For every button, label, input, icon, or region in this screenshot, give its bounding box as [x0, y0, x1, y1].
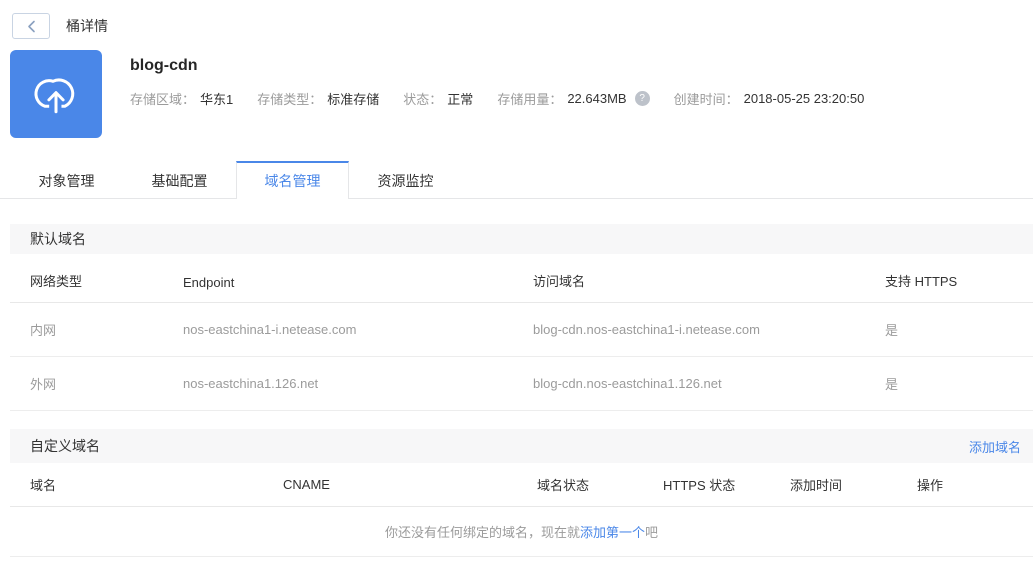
meta-created: 创建时间： 2018-05-25 23:20:50: [674, 89, 865, 108]
empty-state-text: 你还没有任何绑定的域名，现在就: [384, 525, 580, 540]
meta-storage-type-label: 存储类型：: [257, 92, 323, 107]
bucket-header: blog-cdn 存储区域： 华东1 存储类型： 标准存储 状态： 正常 存储用…: [10, 50, 1033, 138]
add-domain-link[interactable]: 添加域名: [969, 437, 1021, 456]
meta-region-label: 存储区域：: [130, 92, 196, 107]
default-domain-section-header: 默认域名: [10, 224, 1033, 254]
bucket-info: blog-cdn 存储区域： 华东1 存储类型： 标准存储 状态： 正常 存储用…: [130, 50, 888, 138]
bucket-avatar: [10, 50, 102, 138]
cell-endpoint: nos-eastchina1-i.netease.com: [183, 322, 357, 337]
meta-usage: 存储用量： 22.643MB ?: [497, 89, 650, 108]
custom-domain-section-title: 自定义域名: [30, 438, 100, 454]
meta-status-value: 正常: [447, 92, 474, 107]
meta-usage-label: 存储用量：: [497, 92, 563, 107]
default-domain-section-title: 默认域名: [30, 231, 86, 247]
col-https-support: 支持 HTTPS: [885, 274, 958, 289]
meta-storage-type-value: 标准存储: [327, 92, 380, 107]
col-domain: 域名: [30, 478, 57, 493]
cell-https-support: 是: [885, 323, 899, 338]
meta-status: 状态： 正常: [403, 89, 473, 108]
back-button[interactable]: [12, 13, 50, 39]
tab-basic-config[interactable]: 基础配置: [123, 164, 236, 198]
col-endpoint: Endpoint: [183, 275, 235, 290]
cell-https-support: 是: [885, 377, 899, 392]
custom-domain-table: 域名 CNAME 域名状态 HTTPS 状态 添加时间 操作: [10, 463, 1033, 507]
meta-usage-value: 22.643MB: [567, 91, 627, 106]
meta-created-value: 2018-05-25 23:20:50: [743, 91, 865, 106]
cell-access-domain: blog-cdn.nos-eastchina1.126.net: [533, 376, 722, 391]
cell-access-domain: blog-cdn.nos-eastchina1-i.netease.com: [533, 322, 760, 337]
table-header-row: 网络类型 Endpoint 访问域名 支持 HTTPS: [10, 254, 1033, 303]
cell-endpoint: nos-eastchina1.126.net: [183, 376, 319, 391]
custom-domain-section-header: 自定义域名 添加域名: [10, 429, 1033, 463]
meta-storage-type: 存储类型： 标准存储: [257, 89, 379, 108]
chevron-left-icon: [27, 20, 36, 33]
meta-region: 存储区域： 华东1: [130, 89, 233, 108]
topbar: 桶详情: [0, 0, 1033, 40]
tab-domain-management[interactable]: 域名管理: [236, 161, 349, 199]
default-domain-table: 网络类型 Endpoint 访问域名 支持 HTTPS 内网 nos-eastc…: [10, 254, 1033, 411]
cloud-upload-icon: [26, 64, 86, 124]
tab-bar: 对象管理 基础配置 域名管理 资源监控: [0, 161, 1033, 199]
col-network-type: 网络类型: [30, 274, 83, 289]
col-domain-status: 域名状态: [537, 478, 590, 493]
cell-network-type: 外网: [30, 377, 57, 392]
meta-status-label: 状态：: [403, 92, 443, 107]
add-first-domain-link[interactable]: 添加第一个: [580, 522, 645, 541]
col-access-domain: 访问域名: [533, 274, 586, 289]
table-row: 外网 nos-eastchina1.126.net blog-cdn.nos-e…: [10, 357, 1033, 411]
tab-object-management[interactable]: 对象管理: [10, 164, 123, 198]
table-header-row: 域名 CNAME 域名状态 HTTPS 状态 添加时间 操作: [10, 463, 1033, 507]
col-actions: 操作: [917, 478, 944, 493]
tab-resource-monitor[interactable]: 资源监控: [349, 164, 462, 198]
col-https-status: HTTPS 状态: [663, 478, 736, 493]
col-added-time: 添加时间: [790, 478, 843, 493]
meta-region-value: 华东1: [200, 92, 234, 107]
empty-state-suffix: 吧: [645, 525, 659, 540]
bucket-name: blog-cdn: [130, 57, 198, 74]
page-title: 桶详情: [66, 18, 108, 34]
empty-state: 你还没有任何绑定的域名，现在就 添加第一个吧: [10, 507, 1033, 557]
meta-created-label: 创建时间：: [673, 92, 739, 107]
cell-network-type: 内网: [30, 323, 57, 338]
help-icon[interactable]: ?: [634, 91, 650, 106]
col-cname: CNAME: [283, 477, 330, 492]
table-row: 内网 nos-eastchina1-i.netease.com blog-cdn…: [10, 303, 1033, 357]
bucket-meta: 存储区域： 华东1 存储类型： 标准存储 状态： 正常 存储用量： 22.643…: [130, 89, 888, 108]
